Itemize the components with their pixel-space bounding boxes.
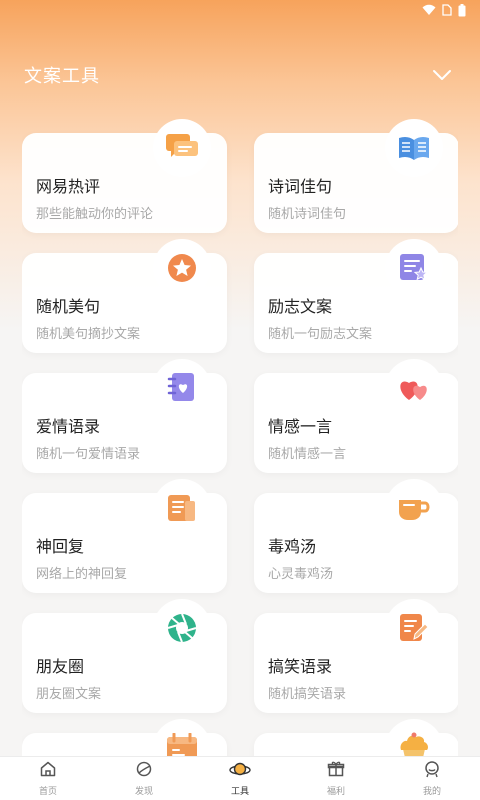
tool-card-title: 毒鸡汤: [268, 537, 317, 556]
tool-card[interactable]: 励志文案随机一句励志文案: [254, 239, 458, 353]
gift-icon: [327, 760, 345, 782]
coffee-cup-icon: [385, 479, 443, 537]
tool-card-title: 爱情语录: [36, 417, 101, 436]
heart-notebook-icon: [153, 359, 211, 417]
tool-card-title: 随机美句: [36, 297, 101, 316]
tool-card-subtitle: 随机美句摘抄文案: [36, 327, 141, 342]
star-badge-icon: [153, 239, 211, 297]
tool-card[interactable]: 诗词佳句随机诗词佳句: [254, 119, 458, 233]
chevron-down-icon[interactable]: [428, 61, 456, 89]
double-heart-icon: [385, 359, 443, 417]
discover-icon: [135, 760, 153, 782]
tool-card-title: 神回复: [36, 537, 85, 556]
tool-card-title: 诗词佳句: [268, 177, 333, 196]
tool-card[interactable]: 情感一言随机情感一言: [254, 359, 458, 473]
tab-home[interactable]: 首页: [0, 757, 96, 800]
wifi-icon: [422, 4, 436, 16]
tool-card-title: 网易热评: [36, 177, 101, 196]
tool-card[interactable]: 神回复网络上的神回复: [22, 479, 227, 593]
tool-card-subtitle: 那些能触动你的评论: [36, 207, 154, 222]
camera-aperture-icon: [153, 599, 211, 657]
tab-tools-label: 工具: [230, 787, 249, 797]
tab-welfare[interactable]: 福利: [288, 757, 384, 800]
open-book-icon: [385, 119, 443, 177]
tool-card-subtitle: 随机诗词佳句: [268, 207, 347, 222]
home-icon: [39, 760, 57, 782]
tool-card-subtitle: 随机情感一言: [268, 447, 347, 462]
tool-card-subtitle: 随机搞笑语录: [268, 687, 347, 702]
tab-tools[interactable]: 工具: [192, 757, 288, 800]
tab-home-label: 首页: [38, 787, 57, 797]
chat-bubbles-icon: [153, 119, 211, 177]
sim-icon: [442, 4, 452, 16]
tool-card-subtitle: 朋友圈文案: [36, 687, 102, 702]
tab-discover-label: 发现: [134, 787, 153, 797]
battery-icon: [458, 3, 466, 17]
tool-card-subtitle: 随机一句励志文案: [268, 327, 373, 342]
planet-icon: [229, 760, 251, 782]
tool-card-subtitle: 网络上的神回复: [36, 567, 128, 582]
newspaper-icon: [153, 479, 211, 537]
tool-card-subtitle: 心灵毒鸡汤: [268, 567, 334, 582]
tool-card[interactable]: 毒鸡汤 心灵毒鸡汤: [254, 479, 458, 593]
page-title: 文案工具: [24, 66, 100, 87]
bottom-tab-bar: 首页 发现 工具 福利 我的: [0, 756, 480, 800]
note-pencil-icon: [385, 599, 443, 657]
tab-discover[interactable]: 发现: [96, 757, 192, 800]
tool-card[interactable]: 随机美句随机美句摘抄文案: [22, 239, 227, 353]
tool-card-title: 搞笑语录: [268, 657, 333, 676]
tool-card-title: 情感一言: [268, 417, 333, 436]
tab-welfare-label: 福利: [326, 787, 345, 797]
tab-profile-label: 我的: [422, 787, 441, 797]
page-header: 文案工具: [24, 60, 456, 90]
tool-card[interactable]: 搞笑语录随机搞笑语录: [254, 599, 458, 713]
tool-card[interactable]: 朋友圈 朋友圈文案: [22, 599, 227, 713]
cupcake-icon: [385, 719, 443, 760]
tool-card-grid: 网易热评 那些能触动你的评论 诗词佳句 随机诗词佳句 随机美句 随机美句摘抄文案 励志文案随…: [22, 108, 458, 760]
tool-card[interactable]: 网易热评那些能触动你的评论: [22, 119, 227, 233]
tool-card-title: 朋友圈: [36, 657, 85, 676]
tool-card-subtitle: 随机一句爱情语录: [36, 447, 141, 462]
calendar-icon: [153, 719, 211, 760]
tab-profile[interactable]: 我的: [384, 757, 480, 800]
tool-card-title: 励志文案: [268, 297, 333, 316]
status-bar: [0, 0, 480, 20]
list-star-icon: [385, 239, 443, 297]
profile-icon: [423, 760, 441, 782]
tool-card[interactable]: 爱情语录随机一句爱情语录: [22, 359, 227, 473]
